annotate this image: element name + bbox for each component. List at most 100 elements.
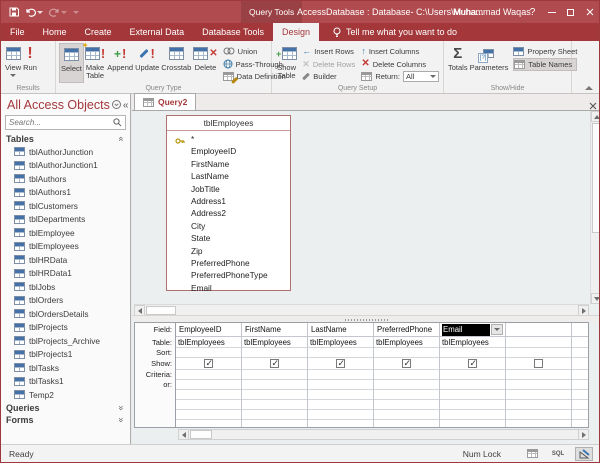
field-row[interactable]: Zip — [191, 245, 290, 257]
datasheet-view-button[interactable] — [523, 447, 541, 461]
field-row[interactable]: PreferredPhone — [191, 257, 290, 269]
show-checkbox[interactable] — [204, 359, 213, 368]
sidebar-item-table[interactable]: tblAuthors — [1, 172, 130, 186]
collapse-ribbon-button[interactable] — [585, 86, 593, 90]
maximize-button[interactable] — [561, 1, 580, 23]
show-table-button[interactable]: + Show Table — [275, 43, 298, 83]
or-cell[interactable] — [242, 380, 307, 390]
or-cell[interactable] — [440, 380, 505, 390]
property-sheet-button[interactable]: Property Sheet — [513, 45, 577, 58]
show-checkbox[interactable] — [534, 359, 543, 368]
view-button[interactable]: View — [4, 43, 22, 83]
show-checkbox[interactable] — [270, 359, 279, 368]
field-cell[interactable] — [506, 323, 571, 337]
sidebar-item-table[interactable]: tblEmployee — [1, 226, 130, 240]
show-checkbox[interactable] — [336, 359, 345, 368]
query2-tab[interactable]: Query2 — [134, 93, 196, 110]
criteria-cell[interactable] — [374, 370, 439, 380]
sidebar-item-table[interactable]: tblTasks — [1, 361, 130, 375]
delete-rows-button[interactable]: ✕ Delete Rows — [302, 58, 355, 71]
search-input[interactable] — [9, 118, 113, 127]
horizontal-scroll-thumb[interactable] — [146, 306, 176, 315]
field-cell[interactable]: Email — [440, 323, 505, 337]
table-cell[interactable]: tblEmployees — [242, 337, 307, 348]
or-cell[interactable] — [506, 380, 571, 390]
show-cell[interactable] — [506, 358, 571, 370]
sidebar-item-table[interactable]: tblOrders — [1, 294, 130, 308]
sidebar-item-table[interactable]: tblAuthorJunction — [1, 145, 130, 159]
minimize-button[interactable] — [542, 1, 561, 23]
sidebar-item-table[interactable]: tblProjects — [1, 321, 130, 335]
field-row[interactable]: Email — [191, 282, 290, 294]
sidebar-item-table[interactable]: tblAuthors1 — [1, 186, 130, 200]
crosstab-button[interactable]: Crosstab — [160, 43, 192, 83]
sidebar-item-table[interactable]: tblAuthorJunction1 — [1, 159, 130, 173]
make-table-button[interactable]: ✦! Make Table — [84, 43, 106, 83]
forms-section-header[interactable]: Forms — [1, 414, 130, 426]
vertical-scroll-thumb[interactable] — [592, 123, 600, 233]
sidebar-item-table[interactable]: tblCustomers — [1, 199, 130, 213]
field-row[interactable]: State — [191, 232, 290, 244]
ribbon-tab[interactable]: Database Tools — [193, 23, 273, 41]
scroll-up-button[interactable] — [591, 111, 600, 122]
append-button[interactable]: +! Append — [106, 43, 134, 83]
builder-button[interactable]: Builder — [302, 70, 355, 83]
criteria-cell[interactable] — [506, 370, 571, 380]
user-name[interactable]: Muhammad Waqas — [453, 1, 531, 23]
delete-query-button[interactable]: ✕ Delete — [192, 43, 218, 83]
sort-cell[interactable] — [176, 348, 241, 358]
sort-cell[interactable] — [506, 348, 571, 358]
delete-columns-button[interactable]: ✕ Delete Columns — [361, 58, 439, 71]
field-cell[interactable]: FirstName — [242, 323, 307, 337]
field-row[interactable]: LastName — [191, 170, 290, 182]
field-row[interactable]: JobTitle — [191, 183, 290, 195]
sidebar-item-table[interactable]: tblHRData1 — [1, 267, 130, 281]
tell-me-box[interactable]: Tell me what you want to do — [323, 23, 467, 41]
grid-scroll-left-button[interactable] — [178, 429, 189, 440]
or-cell[interactable] — [176, 380, 241, 390]
or-cell[interactable] — [308, 380, 373, 390]
field-row[interactable]: PreferredPhoneType — [191, 269, 290, 281]
criteria-cell[interactable] — [440, 370, 505, 380]
sidebar-item-table[interactable]: tblProjects1 — [1, 348, 130, 362]
design-view-button[interactable] — [575, 447, 593, 461]
redo-button[interactable] — [49, 7, 67, 17]
field-dropdown[interactable] — [491, 324, 503, 335]
show-cell[interactable] — [308, 358, 373, 370]
table-cell[interactable]: tblEmployees — [440, 337, 505, 348]
ribbon-tab[interactable]: File — [1, 23, 34, 41]
grid-scroll-thumb[interactable] — [190, 430, 212, 439]
field-cell[interactable]: PreferredPhone — [374, 323, 439, 337]
show-cell[interactable] — [176, 358, 241, 370]
sidebar-item-table[interactable]: tblProjects_Archive — [1, 334, 130, 348]
field-cell[interactable]: EmployeeID — [176, 323, 241, 337]
criteria-cell[interactable] — [308, 370, 373, 380]
field-row[interactable]: FirstName — [191, 158, 290, 170]
sidebar-item-table[interactable]: tblDepartments — [1, 213, 130, 227]
pane-splitter[interactable] — [132, 315, 600, 322]
parameters-button[interactable]: [?] Parameters — [469, 43, 510, 83]
sort-cell[interactable] — [440, 348, 505, 358]
table-cell[interactable] — [506, 337, 571, 348]
grid-scroll-right-button[interactable] — [578, 429, 589, 440]
sidebar-item-table[interactable]: tblHRData — [1, 253, 130, 267]
select-query-button[interactable]: Select — [59, 43, 84, 83]
search-box[interactable] — [5, 115, 126, 130]
sort-cell[interactable] — [242, 348, 307, 358]
sidebar-item-table[interactable]: Temp2 — [1, 388, 130, 402]
criteria-cell[interactable] — [242, 370, 307, 380]
nav-menu-icon[interactable] — [112, 100, 121, 111]
sort-cell[interactable] — [374, 348, 439, 358]
scroll-down-button[interactable] — [591, 293, 600, 304]
ribbon-tab[interactable]: External Data — [121, 23, 194, 41]
field-row[interactable]: Address1 — [191, 195, 290, 207]
sql-view-button[interactable]: SQL — [549, 447, 567, 461]
customize-qat-button[interactable] — [73, 11, 79, 14]
vertical-scrollbar[interactable] — [590, 111, 600, 304]
table-cell[interactable]: tblEmployees — [308, 337, 373, 348]
or-cell[interactable] — [374, 380, 439, 390]
save-icon[interactable] — [9, 7, 19, 17]
field-row[interactable]: City — [191, 220, 290, 232]
update-button[interactable]: ! Update — [134, 43, 160, 83]
sidebar-item-table[interactable]: tblTasks1 — [1, 375, 130, 389]
